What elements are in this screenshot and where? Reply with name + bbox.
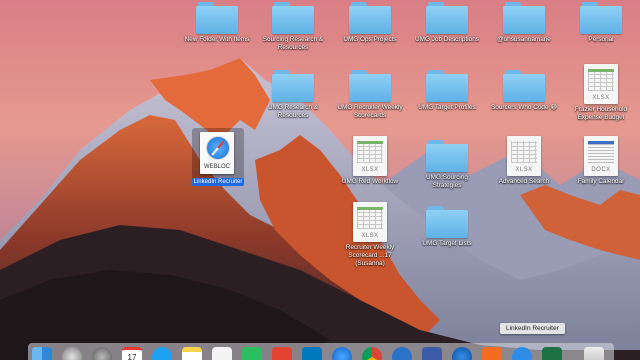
- todoist-icon[interactable]: [272, 347, 292, 360]
- dock: 17: [28, 343, 614, 360]
- icon-label: Sourcers Who Code 😀: [491, 104, 557, 111]
- icon-label: Sourcing Research & Resources: [262, 36, 324, 51]
- folder-umg-target-lists[interactable]: UMG Target Lists: [412, 206, 482, 248]
- calendar-icon[interactable]: 17: [122, 347, 142, 360]
- folder-umg-ops-projects[interactable]: UMG Ops Projects: [335, 2, 405, 44]
- calendar-date: 17: [127, 353, 137, 360]
- textedit-icon[interactable]: [212, 347, 232, 360]
- folder-sourcing-research[interactable]: Sourcing Research & Resources: [258, 2, 328, 52]
- safari-compass-icon: [206, 136, 230, 160]
- system-preferences-icon[interactable]: [92, 347, 112, 360]
- icon-label: UMG Sourcing Strategies: [426, 174, 468, 189]
- folder-icon: [272, 2, 314, 34]
- outlook-icon[interactable]: [452, 347, 472, 360]
- 1password-icon[interactable]: [392, 347, 412, 360]
- chrome-icon[interactable]: [362, 347, 382, 360]
- office-icon[interactable]: [482, 347, 502, 360]
- folder-icon: [580, 2, 622, 34]
- icon-label: New Folder With Items: [184, 36, 250, 43]
- desktop[interactable]: New Folder With Items Sourcing Research …: [0, 0, 640, 360]
- icon-label: UMG Target Lists: [422, 240, 472, 247]
- app-store-icon[interactable]: [512, 347, 532, 360]
- icon-label: UMG Red Workflow: [341, 178, 399, 185]
- folder-sourcers-who-code[interactable]: Sourcers Who Code 😀: [489, 70, 559, 112]
- folder-icon: [426, 2, 468, 34]
- icon-label: Family Calendar: [577, 178, 625, 185]
- trello-icon[interactable]: [302, 347, 322, 360]
- icon-label: UMG Target Profiles: [418, 104, 476, 111]
- folder-umg-job-descriptions[interactable]: UMG Job Descriptions: [412, 2, 482, 44]
- xlsx-file-icon: XLSX: [353, 136, 387, 176]
- file-recruiter-weekly-scorecard[interactable]: XLSX Recruiter Weekly Scorecard ...17 (S…: [335, 202, 405, 268]
- file-family-calendar[interactable]: DOCX Family Calendar: [566, 136, 636, 186]
- xlsx-file-icon: XLSX: [507, 136, 541, 176]
- twitter-icon[interactable]: [152, 347, 172, 360]
- icon-label: UMG Research & Resources: [267, 104, 319, 119]
- icon-label: Recruiter Weekly Scorecard ...17 (Susann…: [345, 244, 395, 267]
- icon-label: @ohsusannamarie: [497, 36, 551, 43]
- folder-ohsusannamarie[interactable]: @ohsusannamarie: [489, 2, 559, 44]
- folder-umg-recruiter-weekly-scorecards[interactable]: UMG Recruiter Weekly Scorecards: [335, 70, 405, 120]
- folder-icon: [349, 70, 391, 102]
- excel-icon[interactable]: [542, 347, 562, 360]
- icon-label: UMG Recruiter Weekly Scorecards: [337, 104, 403, 119]
- folder-icon: [196, 2, 238, 34]
- file-advanced-search[interactable]: XLSX Advanced Search: [489, 136, 559, 186]
- file-frazier-budget[interactable]: XLSX Frazier Household Expense Budget: [566, 64, 636, 122]
- icon-label: UMG Job Descriptions: [415, 36, 479, 43]
- icon-label: Advanced Search: [498, 178, 550, 185]
- icon-label: Frazier Household Expense Budget: [574, 106, 628, 121]
- icon-label-selected: LinkedIn Recruiter: [192, 178, 244, 186]
- file-umg-red-workflow[interactable]: XLSX UMG Red Workflow: [335, 136, 405, 186]
- folder-umg-target-profiles[interactable]: UMG Target Profiles: [412, 70, 482, 112]
- folder-icon: [426, 70, 468, 102]
- webloc-linkedin-recruiter[interactable]: WEBLOC LinkedIn Recruiter: [192, 128, 244, 186]
- finder-icon[interactable]: [32, 347, 52, 360]
- dock-tooltip: LinkedIn Recruiter: [500, 323, 565, 334]
- webloc-file-icon: WEBLOC: [200, 132, 234, 174]
- icon-label: Personal: [588, 36, 614, 43]
- trash-icon[interactable]: [584, 347, 604, 360]
- xlsx-file-icon: XLSX: [353, 202, 387, 242]
- folder-icon: [272, 70, 314, 102]
- folder-umg-sourcing-strategies[interactable]: UMG Sourcing Strategies: [412, 140, 482, 190]
- evernote-icon[interactable]: [242, 347, 262, 360]
- folder-umg-research[interactable]: UMG Research & Resources: [258, 70, 328, 120]
- icon-label: UMG Ops Projects: [343, 36, 397, 43]
- launchpad-icon[interactable]: [62, 347, 82, 360]
- folder-personal[interactable]: Personal: [566, 2, 636, 44]
- slack-icon[interactable]: [422, 347, 442, 360]
- xlsx-file-icon: XLSX: [584, 64, 618, 104]
- folder-icon: [426, 206, 468, 238]
- safari-icon[interactable]: [332, 347, 352, 360]
- notes-icon[interactable]: [182, 347, 202, 360]
- folder-new-folder-with-items[interactable]: New Folder With Items: [182, 2, 252, 44]
- docx-file-icon: DOCX: [584, 136, 618, 176]
- folder-icon: [349, 2, 391, 34]
- folder-icon: [503, 70, 545, 102]
- folder-icon: [503, 2, 545, 34]
- folder-icon: [426, 140, 468, 172]
